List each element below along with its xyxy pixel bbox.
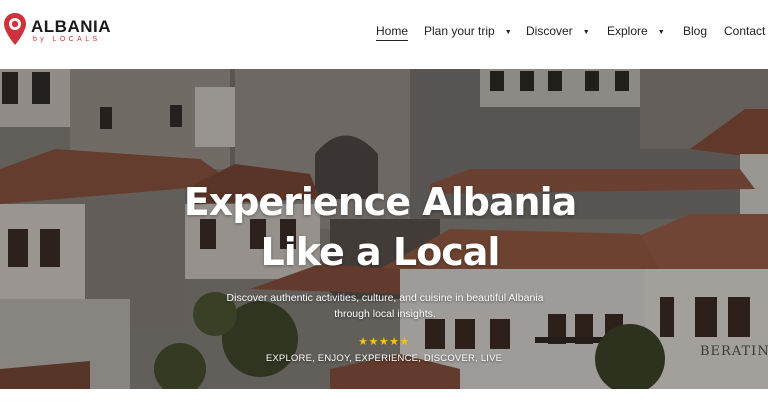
nav-plan-your-trip[interactable]: Plan your trip ▼ xyxy=(424,24,512,40)
page-bottom-strip xyxy=(0,389,768,403)
nav-home[interactable]: Home xyxy=(376,24,409,41)
caret-down-icon: ▼ xyxy=(657,29,665,36)
caret-down-icon: ▼ xyxy=(504,29,512,36)
nav-discover-label: Discover xyxy=(526,24,573,38)
shop-sign: BERATINO xyxy=(700,344,768,359)
nav-contact-label: Contact xyxy=(724,24,766,38)
logo-tagline: by LOCALS xyxy=(33,36,101,43)
nav-blog-label: Blog xyxy=(683,24,708,38)
site-header: ALBANIA by LOCALS Home Plan your trip ▼ D… xyxy=(0,0,768,69)
hero-tagline: EXPLORE, ENJOY, EXPERIENCE, DISCOVER, LI… xyxy=(265,353,503,364)
nav-blog[interactable]: Blog xyxy=(683,24,707,40)
nav-home-label: Home xyxy=(376,24,409,41)
hero-subtitle: Discover authentic activities, culture, … xyxy=(226,292,544,320)
nav-explore-label: Explore xyxy=(607,24,648,38)
map-pin-icon xyxy=(4,13,26,45)
nav-contact[interactable]: Contact xyxy=(724,24,765,40)
nav-discover[interactable]: Discover ▼ xyxy=(526,24,590,40)
site-logo[interactable]: ALBANIA by LOCALS xyxy=(3,12,113,52)
hero-banner: BERATINO Experience Albania Like a Local… xyxy=(0,69,768,389)
hero-title: Experience Albania Like a Local xyxy=(183,180,578,274)
caret-down-icon: ▼ xyxy=(582,29,590,36)
nav-explore[interactable]: Explore ▼ xyxy=(607,24,665,40)
nav-plan-your-trip-label: Plan your trip xyxy=(424,24,495,38)
logo-title: ALBANIA xyxy=(31,17,111,36)
rating-stars-icon: ★★★★★ xyxy=(358,336,410,348)
